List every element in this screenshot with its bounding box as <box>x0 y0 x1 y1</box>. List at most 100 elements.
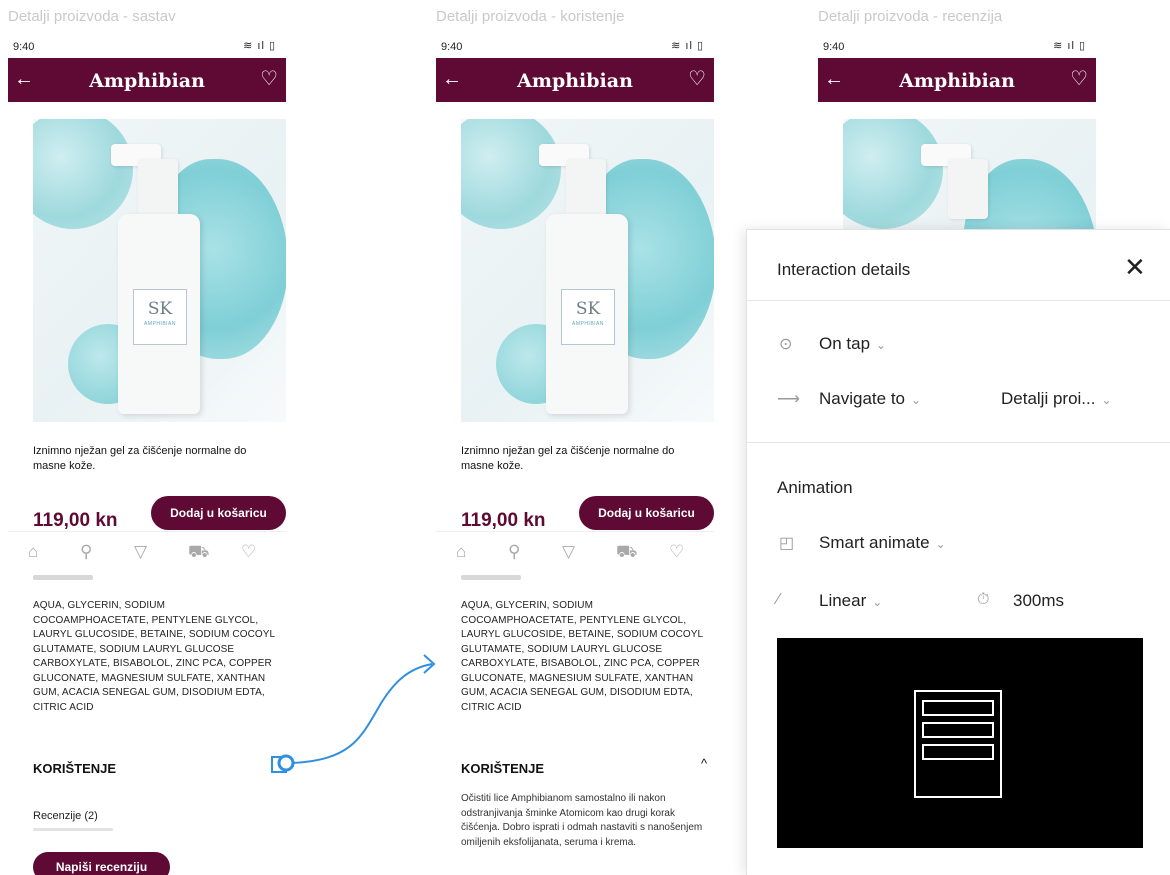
usage-heading[interactable]: KORIŠTENJE <box>33 761 116 776</box>
action-dropdown[interactable]: Navigate to ⌄ <box>819 389 921 409</box>
bottle-neck <box>948 159 988 219</box>
animation-type-dropdown[interactable]: Smart animate ⌄ <box>819 533 946 553</box>
animation-preview <box>777 638 1143 848</box>
product-price: 119,00 kn <box>461 510 546 531</box>
app-bar: ← Amphibian ♡ <box>8 58 286 102</box>
product-price: 119,00 kn <box>33 510 118 531</box>
divider <box>747 442 1170 443</box>
status-bar: 9:40 ≋ ıl ▯ <box>8 34 286 58</box>
trigger-target-icon: ⊙ <box>779 336 793 353</box>
animation-heading: Animation <box>777 478 853 497</box>
app-title: Amphibian <box>89 70 205 92</box>
heart-icon[interactable]: ♡ <box>241 542 256 562</box>
search-icon[interactable]: ⚲ <box>508 542 520 562</box>
app-bar: ← Amphibian ♡ <box>436 58 714 102</box>
bottle-brand: AMPHIBIAN <box>571 321 604 327</box>
gel-blob <box>33 119 133 229</box>
reviews-underline <box>33 828 113 831</box>
status-time: 9:40 <box>823 41 845 53</box>
add-to-cart-button[interactable]: Dodaj u košaricu <box>579 496 714 530</box>
usage-heading[interactable]: KORIŠTENJE <box>461 761 544 776</box>
product-image: SK AMPHIBIAN <box>33 119 286 422</box>
frame-title-koristenje[interactable]: Detalji proizvoda - koristenje <box>436 8 624 25</box>
action-value: Navigate to <box>819 389 905 408</box>
signal-battery-icon: ≋ ıl ▯ <box>1053 40 1086 52</box>
interaction-details-panel: Interaction details ✕ ⊙ On tap ⌄ ⟶ Naviga… <box>746 229 1170 875</box>
panel-title: Interaction details <box>777 260 911 279</box>
filter-icon[interactable]: ▽ <box>134 542 147 562</box>
divider <box>747 300 1170 301</box>
bottle-brand: AMPHIBIAN <box>143 321 176 327</box>
duration-field[interactable]: 300ms <box>1013 591 1064 611</box>
gel-blob <box>843 119 943 229</box>
home-icon[interactable]: ⌂ <box>456 542 466 562</box>
easing-curve-icon: ⁄ <box>777 591 780 608</box>
reviews-label[interactable]: Recenzije (2) <box>33 810 98 822</box>
trigger-dropdown[interactable]: On tap ⌄ <box>819 334 886 354</box>
app-title: Amphibian <box>517 70 633 92</box>
chevron-down-icon: ⌄ <box>1101 393 1112 407</box>
frame-title-recenzija[interactable]: Detalji proizvoda - recenzija <box>818 8 1002 25</box>
chevron-down-icon: ⌄ <box>935 537 946 551</box>
status-bar: 9:40 ≋ ıl ▯ <box>818 34 1096 58</box>
favorite-heart-icon[interactable]: ♡ <box>688 67 706 91</box>
destination-value: Detalji proi... <box>1001 389 1096 408</box>
cart-icon[interactable]: ⛟ <box>188 542 209 562</box>
preview-bar <box>922 744 994 760</box>
close-icon[interactable]: ✕ <box>1124 252 1146 282</box>
favorite-heart-icon[interactable]: ♡ <box>1070 67 1088 91</box>
chevron-down-icon: ⌄ <box>872 595 883 609</box>
status-time: 9:40 <box>13 41 35 53</box>
home-icon[interactable]: ⌂ <box>28 542 38 562</box>
destination-dropdown[interactable]: Detalji proi... ⌄ <box>1001 389 1112 409</box>
connector-line <box>291 663 433 764</box>
product-description: Iznimno nježan gel za čišćenje normalne … <box>461 445 675 472</box>
status-bar: 9:40 ≋ ıl ▯ <box>436 34 714 58</box>
bottle-label: SK AMPHIBIAN <box>133 289 187 345</box>
phone-frame-koristenje: 9:40 ≋ ıl ▯ ← Amphibian ♡ SK AMPHIBIAN I… <box>436 34 714 875</box>
status-time: 9:40 <box>441 41 463 53</box>
bottle-label: SK AMPHIBIAN <box>561 289 615 345</box>
animation-type-value: Smart animate <box>819 533 930 552</box>
connector-arrowhead-icon <box>423 654 436 674</box>
easing-value: Linear <box>819 591 867 610</box>
arrow-right-icon: ⟶ <box>777 391 800 408</box>
preview-screen-icon <box>914 690 1002 798</box>
section-heading-partial <box>33 575 93 580</box>
product-description: Iznimno nježan gel za čišćenje normalne … <box>33 445 247 472</box>
frame-title-sastav[interactable]: Detalji proizvoda - sastav <box>8 8 176 25</box>
add-to-cart-button[interactable]: Dodaj u košaricu <box>151 496 286 530</box>
bottle-monogram: SK <box>575 299 601 319</box>
bottle-neck <box>566 159 606 219</box>
ingredients-text: AQUA, GLYCERIN, SODIUM COCOAMPHOACETATE,… <box>461 600 703 713</box>
smart-animate-icon: ◰ <box>779 535 795 552</box>
easing-dropdown[interactable]: Linear ⌄ <box>819 591 882 611</box>
favorite-heart-icon[interactable]: ♡ <box>260 67 278 91</box>
trigger-value: On tap <box>819 334 871 353</box>
write-review-button[interactable]: Napiši recenziju <box>33 852 170 875</box>
phone-frame-sastav: 9:40 ≋ ıl ▯ ← Amphibian ♡ SK AMPHIBIAN I… <box>8 34 286 875</box>
heart-icon[interactable]: ♡ <box>669 542 684 562</box>
signal-battery-icon: ≋ ıl ▯ <box>243 40 276 52</box>
app-title: Amphibian <box>899 70 1015 92</box>
bottom-nav: ⌂ ⚲ ▽ ⛟ ♡ <box>436 531 714 575</box>
app-bar: ← Amphibian ♡ <box>818 58 1096 102</box>
bottle-neck <box>138 159 178 219</box>
signal-battery-icon: ≋ ıl ▯ <box>671 40 704 52</box>
gel-blob <box>461 119 561 229</box>
chevron-up-icon[interactable]: ^ <box>701 756 707 771</box>
ingredients-text: AQUA, GLYCERIN, SODIUM COCOAMPHOACETATE,… <box>33 600 275 713</box>
section-heading-partial <box>461 575 521 580</box>
cart-icon[interactable]: ⛟ <box>616 542 637 562</box>
chevron-down-icon: ⌄ <box>911 393 922 407</box>
search-icon[interactable]: ⚲ <box>80 542 92 562</box>
preview-bar <box>922 722 994 738</box>
preview-bar <box>922 700 994 716</box>
product-image: SK AMPHIBIAN <box>461 119 714 422</box>
bottle-monogram: SK <box>147 299 173 319</box>
filter-icon[interactable]: ▽ <box>562 542 575 562</box>
timer-icon: ⏱ <box>977 591 990 608</box>
chevron-down-icon: ⌄ <box>876 338 887 352</box>
usage-text: Očistiti lice Amphibianom samostalno ili… <box>461 793 703 848</box>
bottom-nav: ⌂ ⚲ ▽ ⛟ ♡ <box>8 531 286 575</box>
